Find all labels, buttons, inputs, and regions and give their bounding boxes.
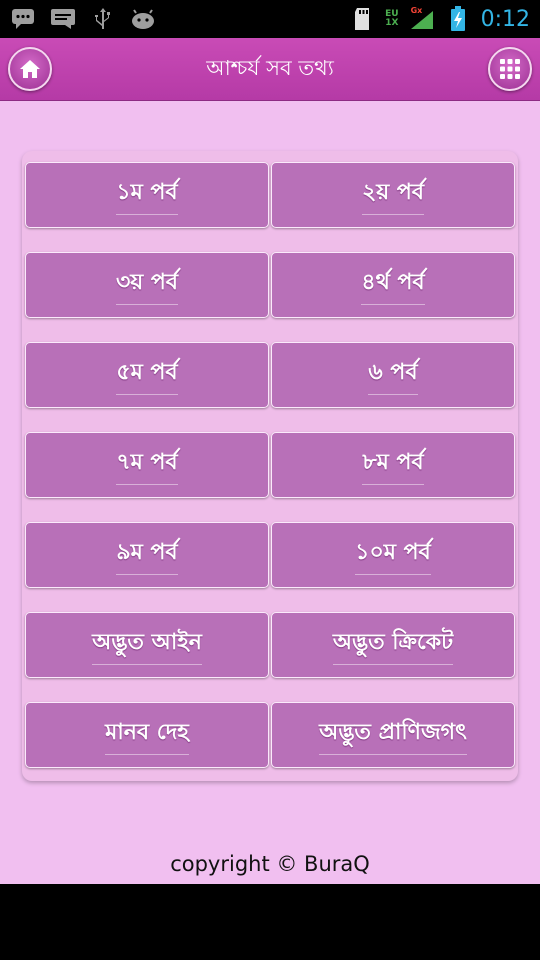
part-label: ৪র্থ পর্ব	[361, 265, 425, 305]
part-label: ১০ম পর্ব	[355, 535, 431, 575]
network-icon: EU 1X	[385, 10, 398, 28]
chat-icon	[50, 8, 76, 30]
part-button-8[interactable]: ৮ম পর্ব	[271, 432, 515, 498]
page-title: আশ্চর্য সব তথ্য	[206, 56, 334, 80]
part-label: ৬ পর্ব	[368, 355, 418, 395]
signal-label: Gx	[410, 6, 423, 15]
grid-menu-icon	[500, 59, 520, 79]
strange-animal-world-button[interactable]: অদ্ভুত প্রাণিজগৎ	[271, 702, 515, 768]
main-content: ১ম পর্ব ২য় পর্ব ৩য় পর্ব ৪র্থ পর্ব ৫ম প…	[0, 101, 540, 884]
part-label: ৫ম পর্ব	[116, 355, 178, 395]
part-label: ৩য় পর্ব	[115, 265, 179, 305]
status-bar: EU 1X Gx 0:12	[0, 0, 540, 38]
home-button[interactable]	[8, 47, 52, 91]
home-icon	[20, 60, 40, 78]
part-label: অদ্ভুত আইন	[92, 625, 202, 665]
part-button-1[interactable]: ১ম পর্ব	[25, 162, 269, 228]
system-indicators: EU 1X Gx 0:12	[349, 6, 530, 32]
part-label: ৭ম পর্ব	[116, 445, 178, 485]
android-debug-icon	[130, 8, 156, 30]
part-label: ৯ম পর্ব	[116, 535, 178, 575]
notification-icons	[10, 8, 156, 30]
part-button-7[interactable]: ৭ম পর্ব	[25, 432, 269, 498]
part-button-6[interactable]: ৬ পর্ব	[271, 342, 515, 408]
part-button-4[interactable]: ৪র্থ পর্ব	[271, 252, 515, 318]
part-label: অদ্ভুত প্রাণিজগৎ	[319, 715, 467, 755]
copyright-text: copyright © BuraQ	[170, 852, 370, 876]
strange-cricket-button[interactable]: অদ্ভুত ক্রিকেট	[271, 612, 515, 678]
menu-button[interactable]	[488, 47, 532, 91]
parts-grid: ১ম পর্ব ২য় পর্ব ৩য় পর্ব ৪র্থ পর্ব ৫ম প…	[25, 162, 515, 768]
part-button-9[interactable]: ৯ম পর্ব	[25, 522, 269, 588]
message-icon	[10, 8, 36, 30]
signal-icon: Gx	[409, 6, 435, 30]
battery-icon	[445, 6, 471, 31]
part-label: অদ্ভুত ক্রিকেট	[332, 625, 454, 665]
part-button-10[interactable]: ১০ম পর্ব	[271, 522, 515, 588]
part-label: ৮ম পর্ব	[362, 445, 424, 485]
human-body-button[interactable]: মানব দেহ	[25, 702, 269, 768]
clock: 0:12	[480, 6, 530, 32]
action-bar: আশ্চর্য সব তথ্য	[0, 38, 540, 101]
strange-laws-button[interactable]: অদ্ভুত আইন	[25, 612, 269, 678]
part-button-2[interactable]: ২য় পর্ব	[271, 162, 515, 228]
part-button-5[interactable]: ৫ম পর্ব	[25, 342, 269, 408]
part-button-3[interactable]: ৩য় পর্ব	[25, 252, 269, 318]
parts-panel: ১ম পর্ব ২য় পর্ব ৩য় পর্ব ৪র্থ পর্ব ৫ম প…	[22, 151, 518, 781]
network-type-bottom: 1X	[385, 18, 399, 28]
sd-card-icon	[349, 8, 375, 30]
part-label: মানব দেহ	[105, 715, 189, 755]
part-label: ২য় পর্ব	[361, 175, 425, 215]
usb-icon	[90, 8, 116, 30]
part-label: ১ম পর্ব	[116, 175, 178, 215]
